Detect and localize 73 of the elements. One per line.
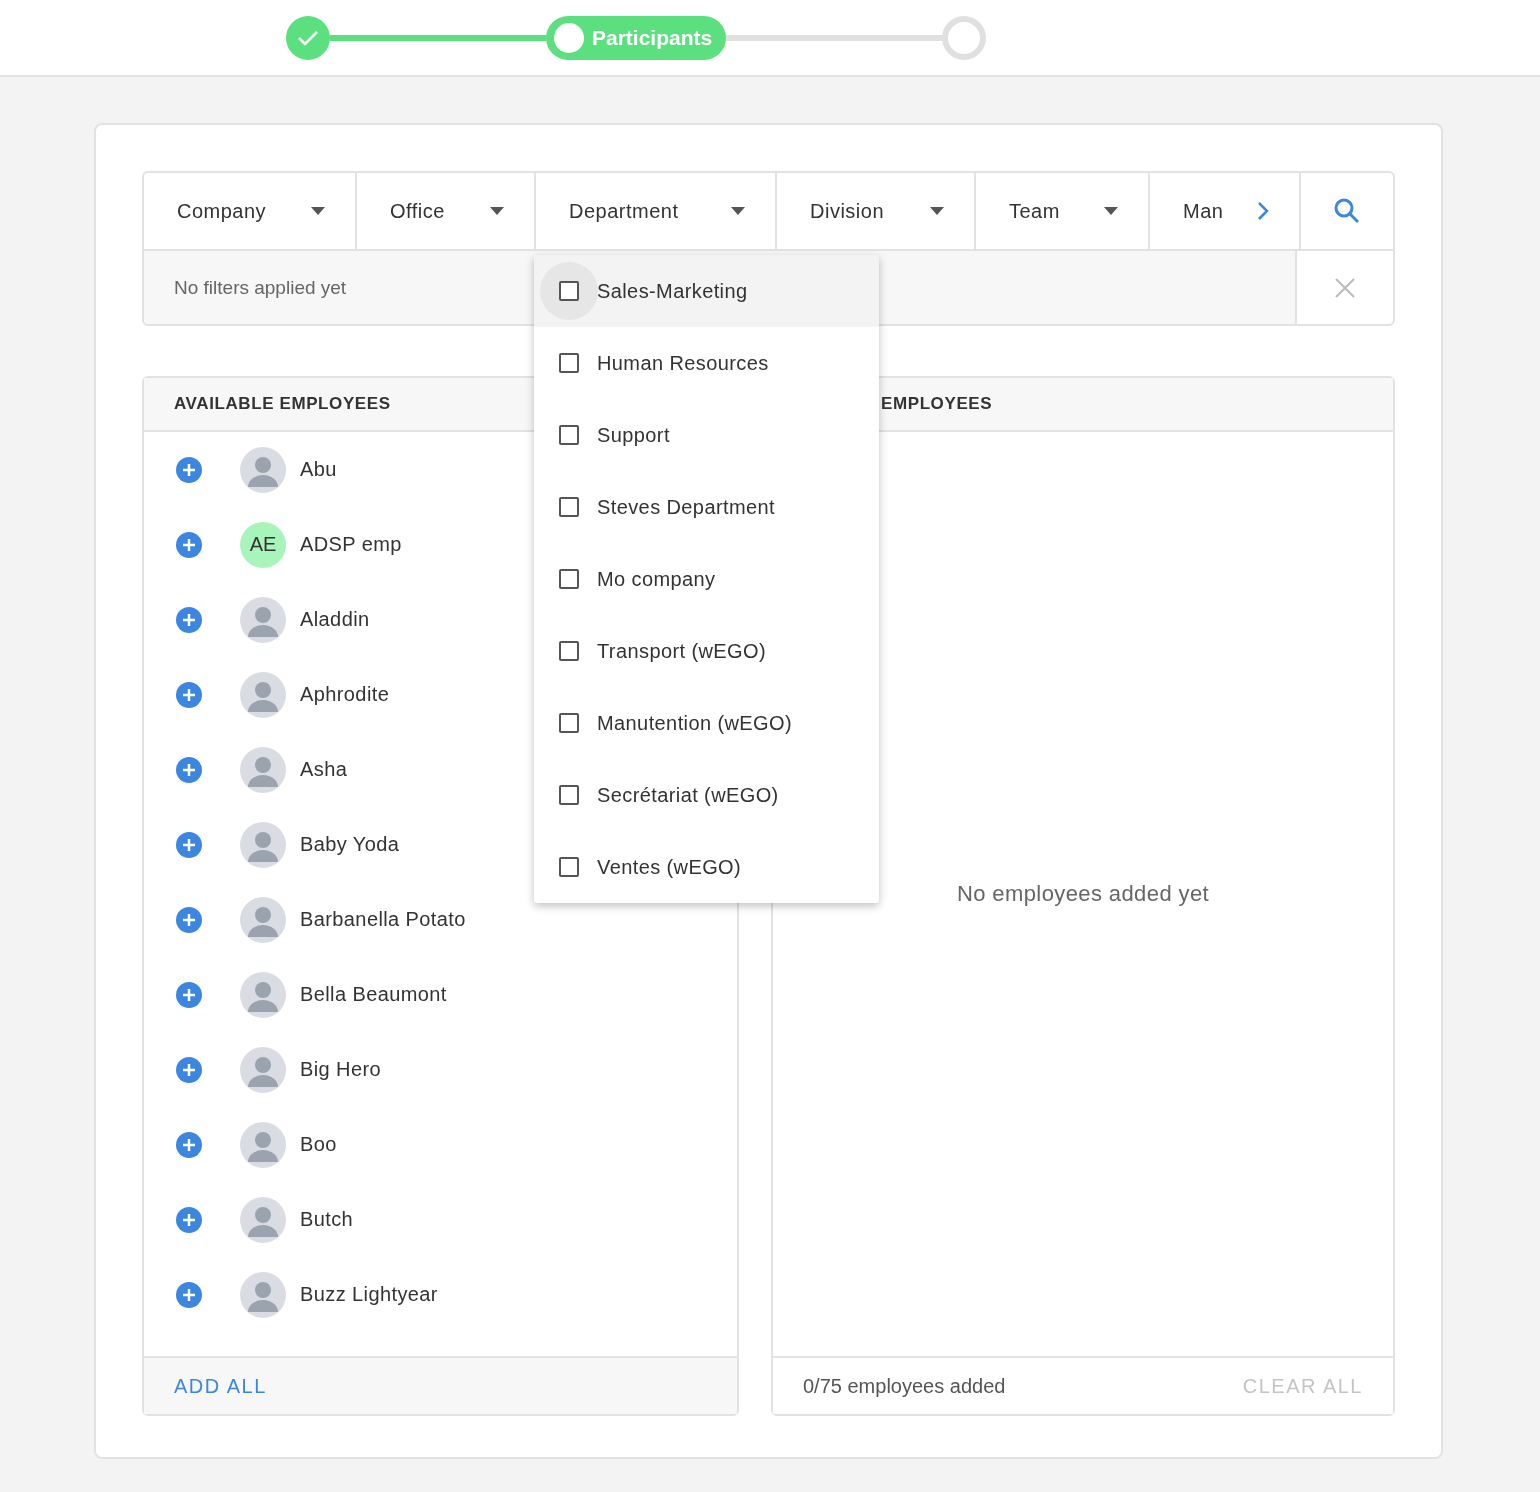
filter-dropdown[interactable]: Division — [777, 173, 976, 249]
employee-name: Aladdin — [300, 608, 370, 631]
avatar-icon — [240, 1196, 286, 1243]
checkbox[interactable] — [559, 281, 579, 301]
caret-icon — [930, 207, 944, 215]
checkbox[interactable] — [559, 857, 579, 877]
employee-name: Abu — [300, 458, 337, 481]
avatar-icon — [240, 446, 286, 493]
avatar-icon — [240, 1271, 286, 1318]
checkbox[interactable] — [559, 785, 579, 805]
avatar-icon — [240, 1121, 286, 1168]
current-step: Participants — [546, 15, 727, 60]
checkbox[interactable] — [559, 569, 579, 589]
filter-dropdown[interactable]: Department — [536, 173, 777, 249]
checkbox[interactable] — [559, 641, 579, 661]
checkbox[interactable] — [559, 425, 579, 445]
filter-dropdown[interactable]: Company — [144, 173, 357, 249]
chevron-right-icon — [1257, 201, 1269, 221]
caret-icon — [1104, 207, 1118, 215]
menu-item[interactable]: Secrétariat (wEGO) — [534, 759, 879, 831]
checkbox[interactable] — [559, 353, 579, 373]
empty-message: No employees added yet — [956, 881, 1210, 907]
menu-item[interactable]: Human Resources — [534, 327, 879, 399]
panel-title: AVAILABLE EMPLOYEES — [174, 394, 391, 414]
avatar-icon — [240, 746, 286, 793]
employee-name: Butch — [300, 1208, 354, 1231]
avatar-icon — [240, 671, 286, 718]
avatar-icon — [240, 596, 286, 643]
add-icon[interactable] — [176, 906, 202, 933]
employee-name: Boo — [300, 1133, 337, 1156]
menu-item[interactable]: Sales-Marketing — [534, 255, 879, 327]
add-icon[interactable] — [176, 756, 202, 783]
menu-item[interactable]: Mo company — [534, 543, 879, 615]
panel-title: EMPLOYEES — [881, 394, 993, 414]
added-count: 0/75 employees added — [803, 1374, 1006, 1398]
add-icon[interactable] — [176, 1056, 202, 1083]
menu-item[interactable]: Ventes (wEGO) — [534, 831, 879, 903]
close-icon — [1334, 276, 1356, 299]
employee-name: Bella Beaumont — [300, 983, 447, 1006]
menu-item[interactable]: Manutention (wEGO) — [534, 687, 879, 759]
add-icon[interactable] — [176, 981, 202, 1008]
menu-item[interactable]: Support — [534, 399, 879, 471]
add-icon[interactable] — [176, 1206, 202, 1233]
avatar-icon — [240, 971, 286, 1018]
add-icon[interactable] — [176, 1281, 202, 1308]
add-icon[interactable] — [176, 1131, 202, 1158]
more-filters-button[interactable]: Man — [1150, 173, 1301, 249]
add-icon[interactable] — [176, 531, 202, 558]
checkbox[interactable] — [559, 497, 579, 517]
caret-icon — [490, 207, 504, 215]
employee-name: Buzz Lightyear — [300, 1283, 438, 1306]
avatar-icon — [240, 896, 286, 943]
menu-item[interactable]: Steves Department — [534, 471, 879, 543]
search-icon — [1333, 197, 1361, 225]
checkbox[interactable] — [559, 713, 579, 733]
employee-name: Baby Yoda — [300, 833, 400, 856]
employee-name: ADSP emp — [300, 533, 402, 556]
add-icon[interactable] — [176, 681, 202, 708]
employee-name: Aphrodite — [300, 683, 390, 706]
avatar-initials: AE — [240, 521, 286, 568]
employee-name: Asha — [300, 758, 348, 781]
employee-name: Big Hero — [300, 1058, 381, 1081]
avatar-icon — [240, 821, 286, 868]
caret-icon — [731, 207, 745, 215]
add-icon[interactable] — [176, 456, 202, 483]
avatar-icon — [240, 1046, 286, 1093]
caret-icon — [311, 207, 325, 215]
add-icon[interactable] — [176, 606, 202, 633]
menu-item[interactable]: Transport (wEGO) — [534, 615, 879, 687]
filter-dropdown[interactable]: Office — [357, 173, 536, 249]
add-icon[interactable] — [176, 831, 202, 858]
filter-dropdown[interactable]: Team — [976, 173, 1150, 249]
employee-name: Barbanella Potato — [300, 908, 466, 931]
